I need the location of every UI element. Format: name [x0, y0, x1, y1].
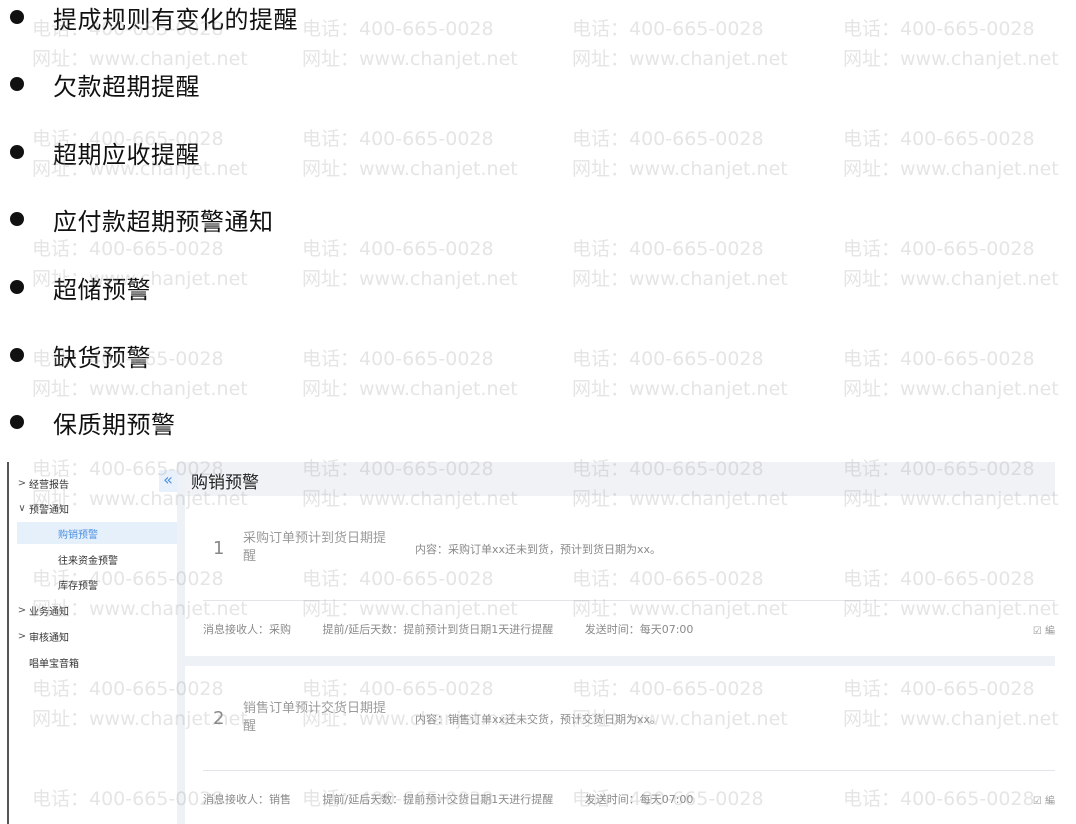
bullet-icon: [10, 212, 24, 226]
sidebar-item-label: 业务通知: [29, 606, 69, 618]
card-divider: [203, 600, 1055, 601]
watermark-tile: 电话：400-665-0028 网址：www.chanjet.net: [572, 128, 788, 180]
list-item: 缺货预警: [0, 338, 151, 372]
sidebar-item-purchase-sales-warning[interactable]: 购销预警: [17, 522, 177, 544]
watermark-tile: 电话：400-665-0028 网址：www.chanjet.net: [302, 18, 518, 70]
rule-send-time: 发送时间：每天07:00: [584, 793, 694, 806]
watermark-tile: 电话：400-665-0028 网址：www.chanjet.net: [572, 348, 788, 400]
sidebar-item-label: 库存预警: [58, 580, 98, 592]
rule-receiver: 消息接收人：销售: [203, 793, 291, 806]
rule-receiver: 消息接收人：采购: [203, 623, 291, 636]
edit-button[interactable]: ☑ 編: [1033, 792, 1055, 807]
sidebar-item-label: 审核通知: [29, 632, 69, 644]
sidebar-item-audit-notice[interactable]: > 审核通知: [9, 625, 177, 647]
sidebar-item-business-notice[interactable]: > 业务通知: [9, 599, 177, 621]
watermark-tile: 电话：400-665-0028 网址：www.chanjet.net: [302, 238, 518, 290]
chevron-right-icon: >: [17, 477, 27, 489]
rule-days: 提前/延后天数：提前预计交货日期1天进行提醒: [322, 793, 554, 806]
list-item-label: 超期应收提醒: [53, 140, 200, 169]
card-divider: [203, 770, 1055, 771]
sidebar-item-business-report[interactable]: > 经营报告: [9, 472, 177, 494]
list-item: 超期应收提醒: [0, 135, 200, 169]
list-item-label: 保质期预警: [53, 410, 176, 439]
chevron-right-icon: >: [17, 604, 27, 616]
watermark-tile: 电话：400-665-0028 网址：www.chanjet.net: [302, 128, 518, 180]
bullet-icon: [10, 348, 24, 362]
rule-meta: 消息接收人：采购 提前/延后天数：提前预计到货日期1天进行提醒 发送时间：每天0…: [203, 621, 721, 637]
rule-content: 内容：销售订单xx还未交货，预计交货日期为xx。: [415, 713, 662, 726]
sidebar-item-label: 预警通知: [29, 504, 69, 516]
edit-button[interactable]: ☑ 編: [1033, 622, 1055, 637]
sidebar-item-label: 购销预警: [58, 529, 98, 541]
card-gap: [185, 656, 1055, 666]
chevron-right-icon: >: [17, 630, 27, 642]
page-header: 购销预警: [185, 462, 1055, 496]
list-item: 保质期预警: [0, 405, 176, 439]
list-item: 提成规则有变化的提醒: [0, 0, 298, 34]
bullet-icon: [10, 145, 24, 159]
bullet-icon: [10, 280, 24, 294]
rule-days: 提前/延后天数：提前预计到货日期1天进行提醒: [322, 623, 554, 636]
watermark-tile: 电话：400-665-0028 网址：www.chanjet.net: [302, 348, 518, 400]
sidebar-item-speaker[interactable]: 唱单宝音箱: [9, 651, 177, 673]
watermark-tile: 电话：400-665-0028 网址：www.chanjet.net: [843, 238, 1059, 290]
warning-rule-card: 1 采购订单预计到货日期提醒 内容：采购订单xx还未到货，预计到货日期为xx。 …: [185, 496, 1055, 656]
watermark-tile: 电话：400-665-0028 网址：www.chanjet.net: [572, 18, 788, 70]
rule-send-time: 发送时间：每天07:00: [584, 623, 694, 636]
sidebar-item-inventory-warning[interactable]: 库存预警: [17, 573, 177, 595]
page-title: 购销预警: [191, 473, 259, 493]
watermark-tile: 电话：400-665-0028 网址：www.chanjet.net: [843, 348, 1059, 400]
app-screenshot: > 经营报告 ∨ 预警通知 购销预警 往来资金预警 库存预警 > 业务通知 > …: [7, 462, 1055, 824]
watermark-tile: 电话：400-665-0028 网址：www.chanjet.net: [572, 238, 788, 290]
collapse-sidebar-icon[interactable]: «: [159, 470, 177, 492]
rule-number: 1: [213, 538, 225, 559]
warning-rule-card: 2 销售订单预计交货日期提醒 内容：销售订单xx还未交货，预计交货日期为xx。 …: [185, 666, 1055, 824]
sidebar-item-label: 唱单宝音箱: [29, 658, 79, 670]
sidebar-item-label: 经营报告: [29, 479, 69, 491]
list-item-label: 应付款超期预警通知: [53, 207, 274, 236]
watermark-tile: 电话：400-665-0028 网址：www.chanjet.net: [843, 18, 1059, 70]
rule-name: 销售订单预计交货日期提醒: [243, 701, 387, 734]
list-item: 超储预警: [0, 270, 151, 304]
rule-number: 2: [213, 708, 225, 729]
bullet-icon: [10, 77, 24, 91]
sidebar-divider: [177, 462, 185, 824]
chevron-down-icon: ∨: [18, 502, 26, 514]
main-panel: 购销预警 1 采购订单预计到货日期提醒 内容：采购订单xx还未到货，预计到货日期…: [185, 462, 1055, 824]
sidebar-item-warning-notice[interactable]: ∨ 预警通知: [9, 497, 177, 519]
list-item-label: 欠款超期提醒: [53, 72, 200, 101]
bullet-icon: [10, 415, 24, 429]
watermark-tile: 电话：400-665-0028 网址：www.chanjet.net: [843, 128, 1059, 180]
sidebar-item-label: 往来资金预警: [58, 555, 118, 567]
rule-meta: 消息接收人：销售 提前/延后天数：提前预计交货日期1天进行提醒 发送时间：每天0…: [203, 791, 721, 807]
list-item: 欠款超期提醒: [0, 67, 200, 101]
rule-name: 采购订单预计到货日期提醒: [243, 531, 387, 564]
list-item: 应付款超期预警通知: [0, 202, 274, 236]
sidebar: > 经营报告 ∨ 预警通知 购销预警 往来资金预警 库存预警 > 业务通知 > …: [9, 462, 177, 824]
rule-content: 内容：采购订单xx还未到货，预计到货日期为xx。: [415, 543, 662, 556]
list-item-label: 提成规则有变化的提醒: [53, 5, 298, 34]
list-item-label: 超储预警: [53, 275, 151, 304]
sidebar-item-funds-warning[interactable]: 往来资金预警: [17, 548, 177, 570]
list-item-label: 缺货预警: [53, 343, 151, 372]
bullet-icon: [10, 10, 24, 24]
